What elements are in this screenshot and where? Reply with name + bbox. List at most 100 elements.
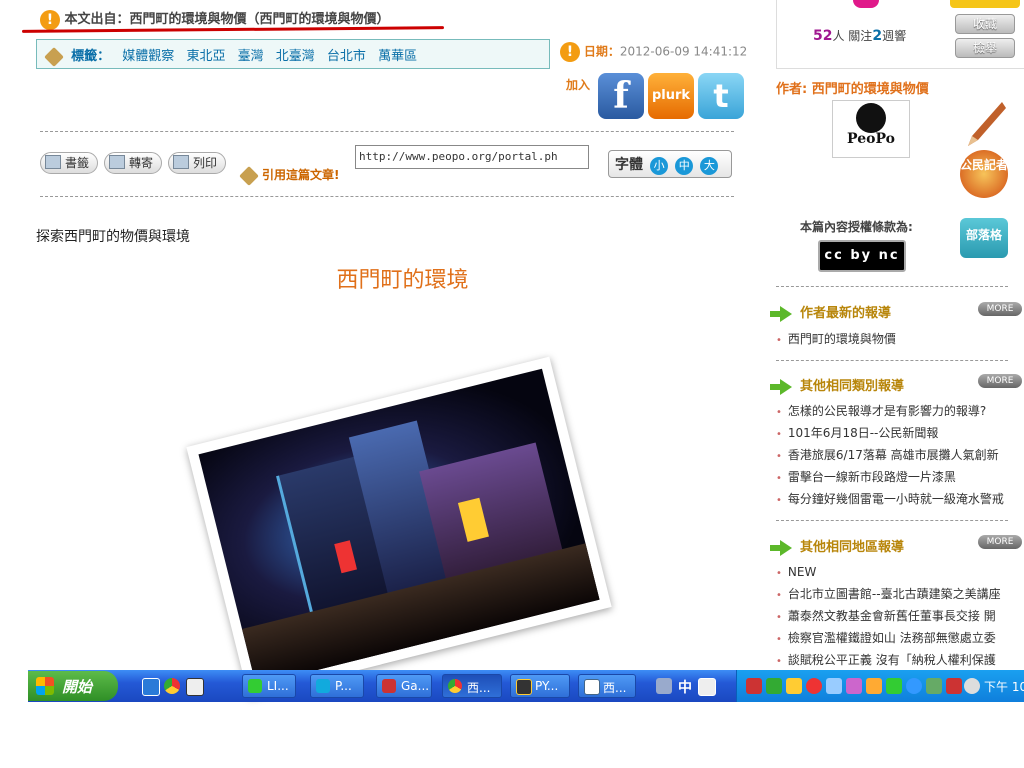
line-icon[interactable] <box>886 678 902 694</box>
article-photo <box>186 356 612 698</box>
bookmark-button[interactable]: 書籤 <box>40 152 99 174</box>
list-item[interactable]: 蕭泰然文教基金會新舊任董事長交接 開 <box>776 605 1024 627</box>
document-icon <box>584 679 600 695</box>
tag-link[interactable]: 北臺灣 <box>276 49 315 64</box>
list-item[interactable]: 西門町的環境與物價 <box>776 328 1024 350</box>
more-button[interactable]: MORE <box>978 535 1022 549</box>
arrow-icon <box>770 539 792 556</box>
list-item[interactable]: 每分鐘好幾個雷電一小時就一級淹水警戒 <box>776 488 1024 510</box>
list-item[interactable]: 檢察官濫權鐵證如山 法務部無懲處立委 <box>776 627 1024 649</box>
start-button[interactable]: 開始 <box>28 671 118 701</box>
tray-app-icon[interactable] <box>946 678 962 694</box>
section-heading: 其他相同地區報導 <box>770 536 904 556</box>
plurk-button[interactable]: plurk <box>648 73 694 119</box>
pen-icon <box>968 102 1006 146</box>
collect-button[interactable]: 收藏 <box>955 14 1015 34</box>
language-indicator[interactable]: 中 <box>678 677 692 697</box>
twitter-button[interactable]: t <box>698 73 744 119</box>
more-button[interactable]: MORE <box>978 302 1022 316</box>
report-button[interactable]: 檢舉 <box>955 38 1015 58</box>
ie-icon[interactable] <box>142 678 160 696</box>
printer-icon <box>173 155 189 169</box>
taskbar-button-document[interactable]: 西... <box>578 674 636 698</box>
list-item[interactable]: 台北市立圖書館--臺北古蹟建築之美講座 <box>776 583 1024 605</box>
tag-icon <box>239 165 259 186</box>
task-label: 西... <box>603 681 627 695</box>
category-reports-list: 怎樣的公民報導才是有影響力的報導? 101年6月18日--公民新聞報 香港旅展6… <box>776 400 1024 510</box>
section-title: 其他相同類別報導 <box>800 379 905 394</box>
folder-icon[interactable] <box>866 678 882 694</box>
section-title: 作者最新的報導 <box>800 306 892 321</box>
blog-button[interactable]: 部落格 <box>960 218 1008 258</box>
list-item[interactable]: 101年6月18日--公民新聞報 <box>776 422 1024 444</box>
more-button[interactable]: MORE <box>978 374 1022 388</box>
font-large-button[interactable]: 大 <box>700 157 719 175</box>
arrow-icon <box>770 305 792 322</box>
taskbar-button-skype[interactable]: P... <box>310 674 364 698</box>
list-item[interactable]: 香港旅展6/17落幕 高雄市展攤人氣創新 <box>776 444 1024 466</box>
tag-link[interactable]: 媒體觀察 <box>122 49 174 64</box>
forward-button[interactable]: 轉寄 <box>104 152 163 174</box>
desktop-icon[interactable] <box>186 678 204 696</box>
tray-app-icon[interactable] <box>846 678 862 694</box>
tag-label: 標籤： <box>71 49 111 64</box>
list-item[interactable]: NEW <box>776 561 1024 583</box>
creative-commons-badge[interactable]: cc by nc nd <box>818 240 906 291</box>
divider <box>40 196 734 197</box>
warning-icon: ! <box>40 9 60 30</box>
follow-count: 52 <box>813 28 833 44</box>
chrome-icon[interactable] <box>164 678 180 694</box>
font-small-button[interactable]: 小 <box>650 157 669 175</box>
print-button[interactable]: 列印 <box>168 152 227 174</box>
join-label: 加入 <box>566 78 591 92</box>
tray-app-icon[interactable] <box>766 678 782 694</box>
tag-link[interactable]: 東北亞 <box>186 49 225 64</box>
shield-icon[interactable] <box>786 678 802 694</box>
date-value: 2012-06-09 14:41:12 <box>619 44 748 59</box>
list-item[interactable]: 怎樣的公民報導才是有影響力的報導? <box>776 400 1024 422</box>
week-label: 週響 <box>882 29 907 43</box>
task-label: LI... <box>267 679 289 693</box>
task-label: P... <box>335 679 352 693</box>
facebook-button[interactable]: f <box>598 73 644 119</box>
author-avatar[interactable]: PeoPo <box>832 100 910 158</box>
follow-stats: 52人 關注2週響 <box>813 27 906 44</box>
taskbar-button-browser[interactable]: 西... <box>442 674 502 698</box>
warning-icon: ! <box>560 42 580 62</box>
article-intro: 探索西門町的物價與環境 <box>36 229 190 245</box>
tray-app-icon[interactable] <box>926 678 942 694</box>
follow-label: 人 關注 <box>832 29 873 43</box>
author-label[interactable]: 作者: 西門町的環境與物價 <box>776 78 929 97</box>
divider <box>776 520 1008 521</box>
top-yellow-button[interactable] <box>950 0 1020 8</box>
ime-mode-icon[interactable] <box>698 678 716 696</box>
ime-icon[interactable] <box>656 678 672 694</box>
tag-link[interactable]: 萬華區 <box>378 49 417 64</box>
url-field[interactable]: http://www.peopo.org/portal.ph <box>355 145 589 169</box>
network-icon[interactable] <box>826 678 842 694</box>
tag-link[interactable]: 臺灣 <box>238 49 264 64</box>
font-size-control: 字體 小 中 大 <box>608 150 732 178</box>
cite-link[interactable]: 引用這篇文章! <box>239 165 339 186</box>
tag-link[interactable]: 台北市 <box>327 49 366 64</box>
forward-label: 轉寄 <box>129 156 154 170</box>
volume-icon[interactable] <box>964 678 980 694</box>
font-medium-button[interactable]: 中 <box>675 157 694 175</box>
tray-game-icon[interactable] <box>746 678 762 694</box>
list-item[interactable]: 雷擊台一線新市段路燈一片漆黑 <box>776 466 1024 488</box>
clock[interactable]: 下午 10 <box>984 678 1024 695</box>
mail-icon <box>109 155 125 169</box>
stop-icon[interactable] <box>806 678 822 694</box>
week-count: 2 <box>872 28 883 44</box>
taskbar-button-line[interactable]: LI... <box>242 674 296 698</box>
section-heading: 作者最新的報導 <box>770 302 892 322</box>
tray-app-icon[interactable] <box>906 678 922 694</box>
list-item[interactable]: 談賦稅公平正義 沒有「納稅人權利保護 <box>776 649 1024 667</box>
taskbar-button-python[interactable]: PY... <box>510 674 570 698</box>
profile-decoration <box>853 0 879 8</box>
tag-box: 標籤： 媒體觀察 東北亞 臺灣 北臺灣 台北市 萬華區 <box>36 39 550 69</box>
taskbar-button-game[interactable]: Ga... <box>376 674 432 698</box>
citizen-reporter-badge[interactable]: 公民記者 <box>960 150 1008 198</box>
license-label: 本篇內容授權條款為: <box>800 220 913 234</box>
avatar-head <box>856 103 886 133</box>
